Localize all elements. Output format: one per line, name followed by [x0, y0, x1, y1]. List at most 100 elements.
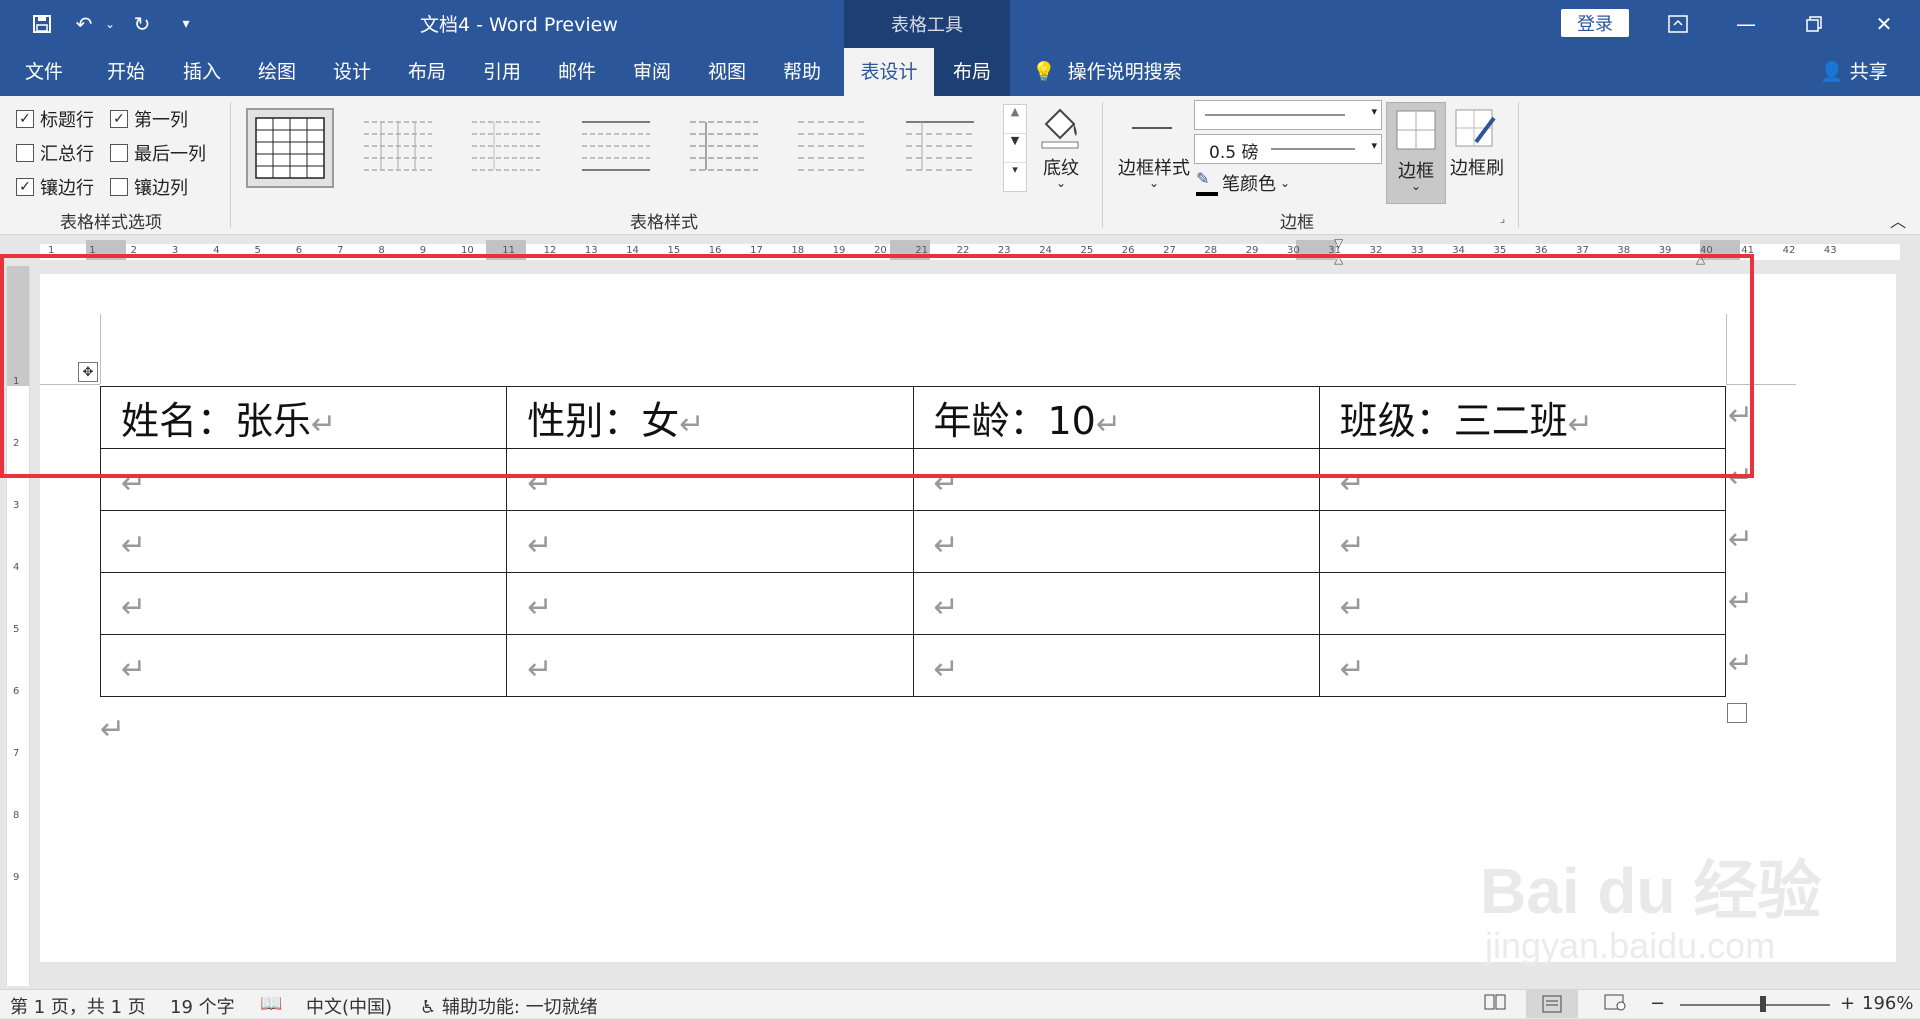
- tab-file[interactable]: 文件: [12, 48, 76, 96]
- table-cell[interactable]: ↵: [1318, 634, 1727, 697]
- tab-draw[interactable]: 绘图: [245, 48, 309, 96]
- dialog-launcher-icon[interactable]: ⌟: [1500, 212, 1505, 225]
- checkbox-header-row[interactable]: ✓ 标题行: [16, 106, 94, 132]
- table-cell[interactable]: ↵: [1318, 448, 1727, 511]
- table-cell[interactable]: ↵: [912, 572, 1320, 635]
- tab-layout[interactable]: 布局: [395, 48, 459, 96]
- checkbox-first-column[interactable]: ✓ 第一列: [110, 106, 188, 132]
- checkbox-icon[interactable]: ✓: [16, 110, 34, 128]
- checkbox-icon[interactable]: ✓: [16, 178, 34, 196]
- table-cell[interactable]: ↵: [1318, 510, 1727, 573]
- paint-bucket-icon[interactable]: [1036, 102, 1084, 150]
- checkbox-banded-rows[interactable]: ✓ 镶边行: [16, 174, 94, 200]
- hanging-indent-icon[interactable]: △: [1334, 252, 1343, 266]
- table-cell[interactable]: ↵: [99, 510, 508, 573]
- zoom-slider-thumb[interactable]: [1760, 996, 1766, 1012]
- table-style-plain-2[interactable]: [464, 108, 548, 184]
- table-cell[interactable]: ↵: [506, 448, 914, 511]
- table-cell[interactable]: ↵: [506, 572, 914, 635]
- checkbox-icon[interactable]: ✓: [110, 110, 128, 128]
- tab-home[interactable]: 开始: [94, 48, 158, 96]
- table-style-plain-4[interactable]: [682, 108, 766, 184]
- table-style-plain-1[interactable]: [356, 108, 440, 184]
- table-cell[interactable]: ↵: [1318, 572, 1727, 635]
- share-button[interactable]: 👤 共享: [1820, 48, 1888, 96]
- document-table[interactable]: 姓名：张乐↵ 性别：女↵ 年龄：10↵ 班级：三二班↵ ↵ ↵ ↵ ↵ ↵ ↵ …: [99, 386, 1727, 697]
- checkbox-icon[interactable]: [110, 178, 128, 196]
- tab-table-design[interactable]: 表设计: [844, 48, 934, 96]
- borders-button[interactable]: 边框 ⌄: [1386, 102, 1446, 204]
- tab-table-layout[interactable]: 布局: [934, 48, 1010, 96]
- table-cell[interactable]: 年龄：10↵: [912, 386, 1320, 449]
- border-painter-button[interactable]: 边框刷: [1446, 154, 1508, 180]
- indent-marker-icon[interactable]: ▽: [1334, 236, 1343, 250]
- horizontal-ruler[interactable]: 1 1 2 3 4 5 6 7 8 9 10 11 12 13 14 15 16 17 18 19 20 21 22 23 24…: [0, 236, 1920, 266]
- table-cell[interactable]: 姓名：张乐↵: [99, 386, 508, 449]
- gallery-scroll[interactable]: ▲ ▼ ▾: [1003, 104, 1027, 192]
- table-cell[interactable]: ↵: [99, 634, 508, 697]
- table-cell[interactable]: 性别：女↵: [506, 386, 914, 449]
- print-layout-icon[interactable]: [1526, 990, 1578, 1018]
- border-line-icon[interactable]: [1128, 108, 1176, 148]
- redo-icon[interactable]: ↻: [128, 10, 156, 38]
- web-layout-icon[interactable]: [1604, 993, 1626, 1016]
- table-style-plain-3[interactable]: [574, 108, 658, 184]
- shading-dropdown-icon[interactable]: ⌄: [1036, 176, 1086, 190]
- tab-review[interactable]: 审阅: [620, 48, 684, 96]
- table-cell[interactable]: ↵: [506, 634, 914, 697]
- tab-mailings[interactable]: 邮件: [545, 48, 609, 96]
- line-style-dropdown[interactable]: ▾: [1194, 100, 1382, 130]
- checkbox-banded-columns[interactable]: 镶边列: [110, 174, 188, 200]
- table-cell[interactable]: ↵: [99, 572, 508, 635]
- zoom-slider-track[interactable]: [1680, 1004, 1830, 1006]
- tab-help[interactable]: 帮助: [770, 48, 834, 96]
- tab-references[interactable]: 引用: [470, 48, 534, 96]
- word-count[interactable]: 19 个字: [170, 993, 235, 1019]
- collapse-ribbon-icon[interactable]: ︿: [1890, 208, 1906, 232]
- undo-dropdown-icon[interactable]: ⌄: [96, 10, 124, 38]
- border-painter-icon[interactable]: [1452, 106, 1500, 150]
- table-cell[interactable]: ↵: [912, 448, 1320, 511]
- accessibility-status[interactable]: ♿ 辅助功能: 一切就绪: [420, 993, 598, 1019]
- table-cell[interactable]: ↵: [912, 634, 1320, 697]
- right-indent-icon[interactable]: △: [1696, 252, 1705, 266]
- zoom-level[interactable]: 196%: [1862, 993, 1913, 1014]
- close-icon[interactable]: ✕: [1864, 8, 1904, 40]
- tab-design[interactable]: 设计: [320, 48, 384, 96]
- table-cell[interactable]: ↵: [912, 510, 1320, 573]
- table-style-plain-6[interactable]: [898, 108, 982, 184]
- tell-me-search[interactable]: 💡 操作说明搜索: [1032, 48, 1182, 96]
- customize-toolbar-icon[interactable]: ▾: [172, 10, 200, 38]
- table-style-grid[interactable]: [246, 108, 334, 188]
- zoom-out-icon[interactable]: −: [1650, 993, 1665, 1014]
- page-count[interactable]: 第 1 页，共 1 页: [10, 993, 146, 1019]
- proofing-icon[interactable]: 📖: [260, 993, 282, 1014]
- read-mode-icon[interactable]: [1484, 993, 1506, 1016]
- table-move-handle-icon[interactable]: ✥: [78, 362, 98, 382]
- minimize-icon[interactable]: —: [1726, 8, 1766, 40]
- checkbox-last-column[interactable]: 最后一列: [110, 140, 206, 166]
- scroll-up-icon[interactable]: ▲: [1004, 105, 1026, 133]
- checkbox-icon[interactable]: [110, 144, 128, 162]
- pen-color-button[interactable]: ✎ 笔颜色 ⌄: [1196, 170, 1290, 196]
- table-style-plain-5[interactable]: [790, 108, 874, 184]
- restore-icon[interactable]: [1794, 8, 1834, 40]
- table-resize-handle[interactable]: [1727, 703, 1747, 723]
- gallery-more-icon[interactable]: ▾: [1004, 162, 1026, 191]
- border-styles-dropdown-icon[interactable]: ⌄: [1114, 176, 1194, 190]
- line-weight-dropdown[interactable]: 0.5 磅 ▾: [1194, 134, 1382, 164]
- ribbon-display-icon[interactable]: [1658, 8, 1698, 40]
- zoom-in-icon[interactable]: +: [1840, 993, 1855, 1014]
- login-button[interactable]: 登录: [1561, 9, 1629, 37]
- table-cell[interactable]: ↵: [99, 448, 508, 511]
- checkbox-icon[interactable]: [16, 144, 34, 162]
- scroll-down-icon[interactable]: ▼: [1004, 133, 1026, 162]
- tab-view[interactable]: 视图: [695, 48, 759, 96]
- tab-insert[interactable]: 插入: [170, 48, 234, 96]
- table-cell[interactable]: 班级：三二班↵: [1318, 386, 1727, 449]
- language-indicator[interactable]: 中文(中国): [306, 993, 392, 1019]
- checkbox-total-row[interactable]: 汇总行: [16, 140, 94, 166]
- undo-icon[interactable]: ↶: [70, 10, 98, 38]
- table-cell[interactable]: ↵: [506, 510, 914, 573]
- vertical-ruler[interactable]: 1 2 3 4 5 6 7 8 9: [6, 266, 30, 986]
